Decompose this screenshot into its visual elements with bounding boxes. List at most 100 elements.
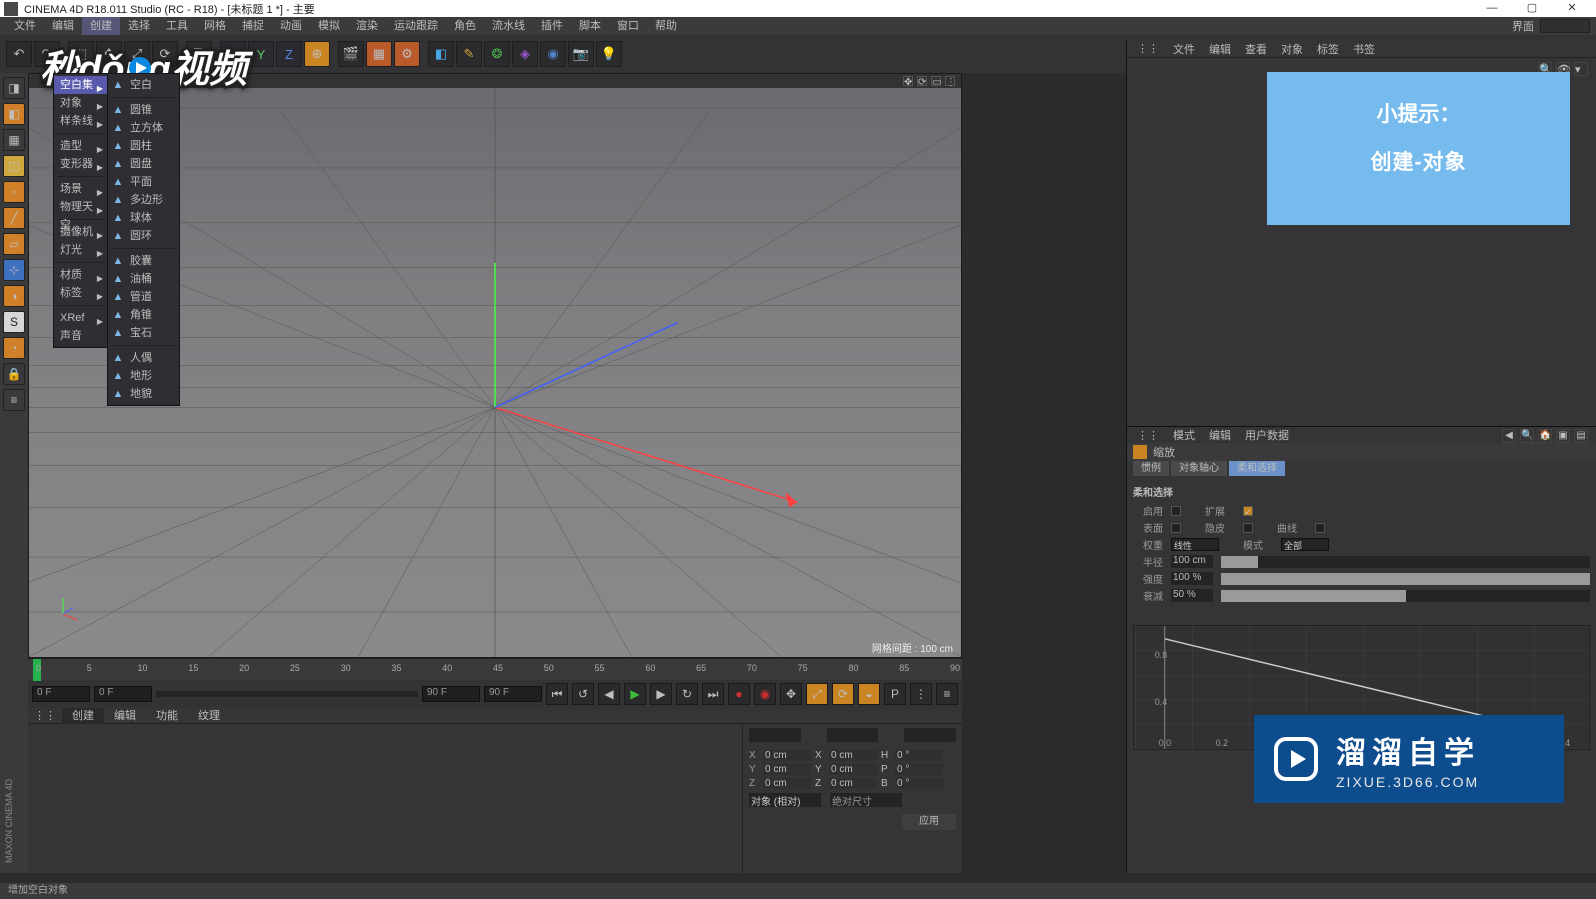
coord-z-size[interactable]: 0 cm [829, 778, 877, 789]
key-pla-button[interactable]: P [884, 683, 906, 705]
submenu-item-人偶[interactable]: ▲人偶 [108, 349, 179, 367]
submenu-item-油桶[interactable]: ▲油桶 [108, 270, 179, 288]
snap-button[interactable]: S [3, 311, 25, 333]
key-param-button[interactable]: ◒ [858, 683, 880, 705]
coord-h-rot[interactable]: 0 ° [895, 750, 943, 761]
object-manager[interactable]: 🔍 👁 ▾ 小提示： 创建-对象 [1127, 58, 1596, 426]
rotate-tool[interactable]: ⟳ [152, 41, 178, 67]
submenu-item-圆柱[interactable]: ▲圆柱 [108, 137, 179, 155]
coord-x-size[interactable]: 0 cm [829, 750, 877, 761]
coord-space-dd[interactable]: 对象 (相对) [749, 793, 821, 807]
submenu-item-宝石[interactable]: ▲宝石 [108, 324, 179, 342]
attr-home-button[interactable]: 🏠 [1538, 429, 1552, 443]
attr-menu-模式[interactable]: 模式 [1173, 427, 1195, 443]
key-pos-button[interactable]: ✥ [780, 683, 802, 705]
om-menu-标签[interactable]: 标签 [1317, 41, 1339, 57]
submenu-item-平面[interactable]: ▲平面 [108, 173, 179, 191]
attr-lock-button[interactable]: ▤ [1574, 429, 1588, 443]
attr-tab-惯例[interactable]: 惯例 [1133, 461, 1169, 476]
maximize-button[interactable]: ▢ [1512, 0, 1552, 17]
expand-checkbox[interactable]: ✓ [1243, 506, 1253, 516]
submenu-item-圆环[interactable]: ▲圆环 [108, 227, 179, 245]
menu-item-材质[interactable]: 材质▶ [54, 266, 107, 284]
timeline-slider[interactable] [156, 691, 418, 697]
menu-文件[interactable]: 文件 [6, 17, 44, 35]
key-scale-button[interactable]: ⤢ [806, 683, 828, 705]
menu-工具[interactable]: 工具 [158, 17, 196, 35]
coord-sys-button[interactable]: ⊕ [304, 41, 330, 67]
undo-button[interactable]: ↶ [6, 41, 32, 67]
vp-display-icon[interactable]: ▭ [931, 76, 941, 86]
prev-frame-button[interactable]: ◀ [598, 683, 620, 705]
autokey-button[interactable]: ◉ [754, 683, 776, 705]
menu-item-XRef[interactable]: XRef▶ [54, 309, 107, 327]
axis-z-button[interactable]: Z [276, 41, 302, 67]
next-frame-button[interactable]: ▶ [650, 683, 672, 705]
axis-x-button[interactable]: X [220, 41, 246, 67]
menu-item-变形器[interactable]: 变形器▶ [54, 155, 107, 173]
submenu-item-角锥[interactable]: ▲角锥 [108, 306, 179, 324]
coord-x-pos[interactable]: 0 cm [763, 750, 811, 761]
render-settings-button[interactable]: ⚙ [394, 41, 420, 67]
layer-button[interactable]: ≡ [3, 389, 25, 411]
menu-动画[interactable]: 动画 [272, 17, 310, 35]
menu-窗口[interactable]: 窗口 [609, 17, 647, 35]
primitive-cube-button[interactable]: ◧ [428, 41, 454, 67]
axis-mode-button[interactable]: ⊹ [3, 259, 25, 281]
edge-mode-button[interactable]: ╱ [3, 207, 25, 229]
menu-编辑[interactable]: 编辑 [44, 17, 82, 35]
layout-dropdown[interactable] [1540, 19, 1590, 33]
panel-handle-icon[interactable]: ⋮⋮ [1137, 429, 1159, 442]
environment-button[interactable]: ◉ [540, 41, 566, 67]
menu-流水线[interactable]: 流水线 [484, 17, 533, 35]
timeline-opts-button[interactable]: ⋮ [910, 683, 932, 705]
current-frame-field[interactable]: 0 F [94, 686, 152, 702]
menu-创建[interactable]: 创建 [82, 17, 120, 35]
obj-filter-icon[interactable]: ▾ [1574, 62, 1588, 76]
radius-slider[interactable] [1221, 556, 1590, 568]
attr-menu-用户数据[interactable]: 用户数据 [1245, 427, 1289, 443]
axis-y-button[interactable]: Y [248, 41, 274, 67]
attr-fwd-button[interactable]: 🔍 [1520, 429, 1534, 443]
menu-捕捉[interactable]: 捕捉 [234, 17, 272, 35]
camera-button[interactable]: 📷 [568, 41, 594, 67]
om-menu-对象[interactable]: 对象 [1281, 41, 1303, 57]
radius-input[interactable]: 100 cm [1171, 555, 1213, 568]
submenu-item-地貌[interactable]: ▲地貌 [108, 385, 179, 403]
play-button[interactable]: ▶ [624, 683, 646, 705]
coord-p-rot[interactable]: 0 ° [895, 764, 943, 775]
attr-menu-编辑[interactable]: 编辑 [1209, 427, 1231, 443]
menu-插件[interactable]: 插件 [533, 17, 571, 35]
om-menu-编辑[interactable]: 编辑 [1209, 41, 1231, 57]
panel-handle-icon[interactable]: ⋮⋮ [1137, 42, 1159, 55]
menu-item-摄像机[interactable]: 摄像机▶ [54, 223, 107, 241]
range-end-field[interactable]: 90 F [422, 686, 480, 702]
minimize-button[interactable]: — [1472, 0, 1512, 17]
spline-pen-button[interactable]: ✎ [456, 41, 482, 67]
quantize-button[interactable]: ◔ [3, 337, 25, 359]
submenu-item-地形[interactable]: ▲地形 [108, 367, 179, 385]
curve-checkbox[interactable] [1315, 523, 1325, 533]
falloff-input[interactable]: 50 % [1171, 589, 1213, 602]
menu-item-声音[interactable]: 声音 [54, 327, 107, 345]
coord-size-dd[interactable]: 绝对尺寸 [830, 793, 902, 807]
edit-object-button[interactable]: ◨ [3, 77, 25, 99]
total-frames-field[interactable]: 90 F [484, 686, 542, 702]
attr-back-button[interactable]: ◀ [1502, 429, 1516, 443]
poly-mode-button[interactable]: ▱ [3, 233, 25, 255]
viewport-solo-button[interactable]: ◑ [3, 285, 25, 307]
vp-frame-icon[interactable]: ⟳ [917, 76, 927, 86]
strength-slider[interactable] [1221, 573, 1590, 585]
close-button[interactable]: ✕ [1552, 0, 1592, 17]
attr-tab-柔和选择[interactable]: 柔和选择 [1229, 461, 1285, 476]
panel-handle-icon[interactable]: ⋮⋮ [28, 709, 62, 722]
submenu-item-圆盘[interactable]: ▲圆盘 [108, 155, 179, 173]
tab-编辑[interactable]: 编辑 [104, 708, 146, 724]
coord-b-rot[interactable]: 0 ° [895, 778, 943, 789]
mode-dropdown[interactable]: 全部 [1281, 538, 1329, 551]
menu-item-标签[interactable]: 标签▶ [54, 284, 107, 302]
tab-功能[interactable]: 功能 [146, 708, 188, 724]
timeline-ruler[interactable]: 051015202530354045505560657075808590 [28, 658, 962, 680]
edit-model-button[interactable]: ◧ [3, 103, 25, 125]
deformer-button[interactable]: ◈ [512, 41, 538, 67]
